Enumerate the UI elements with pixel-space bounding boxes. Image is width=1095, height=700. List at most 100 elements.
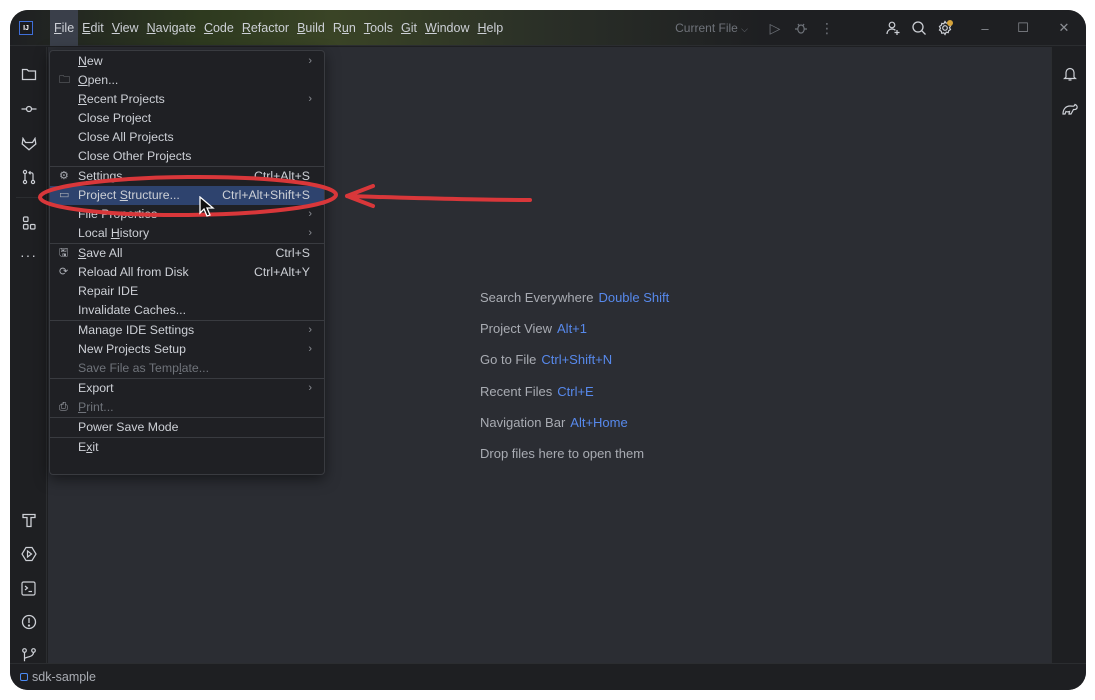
menu-item-label: Close Project	[78, 111, 152, 125]
menu-refactor[interactable]: Refactor	[238, 10, 293, 46]
menu-item-label: Invalidate Caches...	[78, 303, 187, 317]
file-menu-item-project-structure[interactable]: ▭ Project Structure... Ctrl+Alt+Shift+S	[50, 186, 324, 205]
chevron-right-icon: ›	[308, 55, 312, 67]
more-actions-icon[interactable]: ⋮	[814, 10, 840, 46]
build-icon[interactable]	[10, 508, 47, 532]
settings-icon[interactable]	[932, 10, 958, 46]
file-menu-item-manage-ide-settings[interactable]: Manage IDE Settings ›	[50, 321, 324, 340]
more-tool-windows-icon[interactable]: ···	[10, 243, 47, 267]
app-logo-icon[interactable]: IJ	[19, 21, 33, 35]
search-icon[interactable]	[906, 10, 932, 46]
chevron-right-icon: ›	[308, 208, 312, 220]
menu-tools[interactable]: Tools	[360, 10, 397, 46]
status-project-name[interactable]: sdk-sample	[32, 670, 96, 684]
title-bar: IJ File Edit View Navigate Code Refactor Build…	[10, 10, 1086, 46]
hint-shortcut: Double Shift	[598, 290, 670, 305]
hint-row: Search Everywhere Double Shift	[480, 290, 669, 321]
left-bar-divider	[16, 197, 41, 198]
problems-icon[interactable]	[10, 610, 47, 634]
menu-file[interactable]: File	[50, 10, 79, 46]
commit-icon[interactable]	[10, 97, 47, 121]
file-menu-item-save-all[interactable]: 🖫 Save All Ctrl+S	[50, 244, 324, 263]
file-menu-dropdown: New › 🗀 Open... Recent Projects › Close Projec…	[49, 50, 325, 475]
menu-item-label: Close Other Projects	[78, 149, 192, 163]
hint-row: Project View Alt+1	[480, 321, 669, 352]
file-menu-item-local-history[interactable]: Local History ›	[50, 224, 324, 243]
chevron-right-icon: ›	[308, 324, 312, 336]
menu-item-label: Export	[78, 381, 114, 395]
left-tool-window-bar: ···	[10, 47, 47, 663]
file-menu-item-exit[interactable]: Exit	[50, 438, 324, 457]
chevron-down-icon: ⌵	[741, 24, 748, 34]
pull-requests-icon[interactable]	[10, 165, 47, 189]
menu-code[interactable]: Code	[200, 10, 238, 46]
settings-icon: ⚙	[59, 170, 69, 182]
file-menu-item-power-save-mode[interactable]: Power Save Mode	[50, 418, 324, 437]
file-menu-item-file-properties[interactable]: File Properties ›	[50, 205, 324, 224]
project-structure-icon: ▭	[59, 189, 70, 201]
structure-icon[interactable]	[10, 211, 47, 235]
update-badge	[947, 20, 953, 26]
ide-window: IJ File Edit View Navigate Code Refactor Build…	[10, 10, 1086, 690]
file-menu-item-print[interactable]: ⎙ Print...	[50, 398, 324, 417]
menu-window[interactable]: Window	[421, 10, 473, 46]
hint-text: Drop files here to open them	[480, 445, 645, 461]
maximize-button[interactable]: ☐	[1004, 10, 1042, 46]
right-tool-window-bar	[1051, 47, 1086, 663]
file-menu-item-recent-projects[interactable]: Recent Projects ›	[50, 90, 324, 109]
hint-text: Go to File	[480, 352, 537, 368]
menu-item-label: Recent Projects	[78, 92, 165, 106]
file-menu-item-close-other-projects[interactable]: Close Other Projects	[50, 147, 324, 166]
run-config-selector[interactable]: Current File ⌵	[675, 21, 748, 35]
run-icon[interactable]: ▷	[762, 10, 788, 46]
file-menu-item-reload-all-from-disk[interactable]: ⟳ Reload All from Disk Ctrl+Alt+Y	[50, 263, 324, 282]
notifications-icon[interactable]	[1052, 62, 1086, 86]
menu-help[interactable]: Help	[473, 10, 507, 46]
menu-item-shortcut: Ctrl+Alt+Shift+S	[222, 188, 310, 202]
file-menu-item-new-projects-setup[interactable]: New Projects Setup ›	[50, 340, 324, 359]
minimize-button[interactable]: –	[966, 10, 1004, 46]
status-bar: sdk-sample	[10, 663, 1086, 690]
menu-item-label: Local History	[78, 226, 150, 240]
hint-row: Go to File Ctrl+Shift+N	[480, 352, 669, 383]
hint-shortcut: Ctrl+E	[557, 383, 594, 399]
menu-view[interactable]: View	[108, 10, 143, 46]
file-menu-item-open[interactable]: 🗀 Open...	[50, 71, 324, 90]
add-user-icon[interactable]	[880, 10, 906, 46]
menu-navigate[interactable]: Navigate	[143, 10, 200, 46]
menu-git[interactable]: Git	[397, 10, 421, 46]
file-menu-item-new[interactable]: New ›	[50, 52, 324, 71]
menu-item-label: Settings...	[78, 169, 133, 183]
hint-shortcut: Alt+Home	[570, 414, 628, 430]
file-menu-item-close-project[interactable]: Close Project	[50, 109, 324, 128]
file-menu-item-export[interactable]: Export ›	[50, 379, 324, 398]
hint-shortcut: Alt+1	[557, 321, 588, 337]
menu-item-label: Manage IDE Settings	[78, 323, 195, 337]
project-folder-icon[interactable]	[10, 62, 47, 86]
gradle-icon[interactable]	[1052, 97, 1086, 121]
empty-editor-hints: Search Everywhere Double Shift Project Vie…	[480, 290, 669, 477]
file-menu-item-close-all-projects[interactable]: Close All Projects	[50, 128, 324, 147]
close-button[interactable]: ✕	[1042, 10, 1086, 46]
menu-edit[interactable]: Edit	[78, 10, 108, 46]
services-icon[interactable]	[10, 542, 47, 566]
menu-item-label: New Projects Setup	[78, 342, 186, 356]
chevron-right-icon: ›	[308, 93, 312, 105]
hint-text: Project View	[480, 321, 553, 337]
menu-item-label: Save File as Template...	[78, 361, 210, 375]
file-menu-item-settings[interactable]: ⚙ Settings... Ctrl+Alt+S	[50, 167, 324, 186]
menu-item-label: Project Structure...	[78, 188, 180, 202]
menu-run[interactable]: Run	[329, 10, 360, 46]
terminal-icon[interactable]	[10, 576, 47, 600]
hint-row: Recent Files Ctrl+E	[480, 384, 669, 415]
gitlab-icon[interactable]	[10, 132, 47, 156]
file-menu-item-invalidate-caches[interactable]: Invalidate Caches...	[50, 301, 324, 320]
menu-item-label: Reload All from Disk	[78, 265, 189, 279]
app-logo-text: IJ	[23, 24, 29, 32]
file-menu-item-save-file-as-template[interactable]: Save File as Template...	[50, 359, 324, 378]
reload-all-from-disk-icon: ⟳	[59, 266, 69, 278]
menu-build[interactable]: Build	[293, 10, 329, 46]
file-menu-item-repair-ide[interactable]: Repair IDE	[50, 282, 324, 301]
hint-shortcut: Ctrl+Shift+N	[541, 352, 613, 368]
debug-icon[interactable]	[788, 10, 814, 46]
